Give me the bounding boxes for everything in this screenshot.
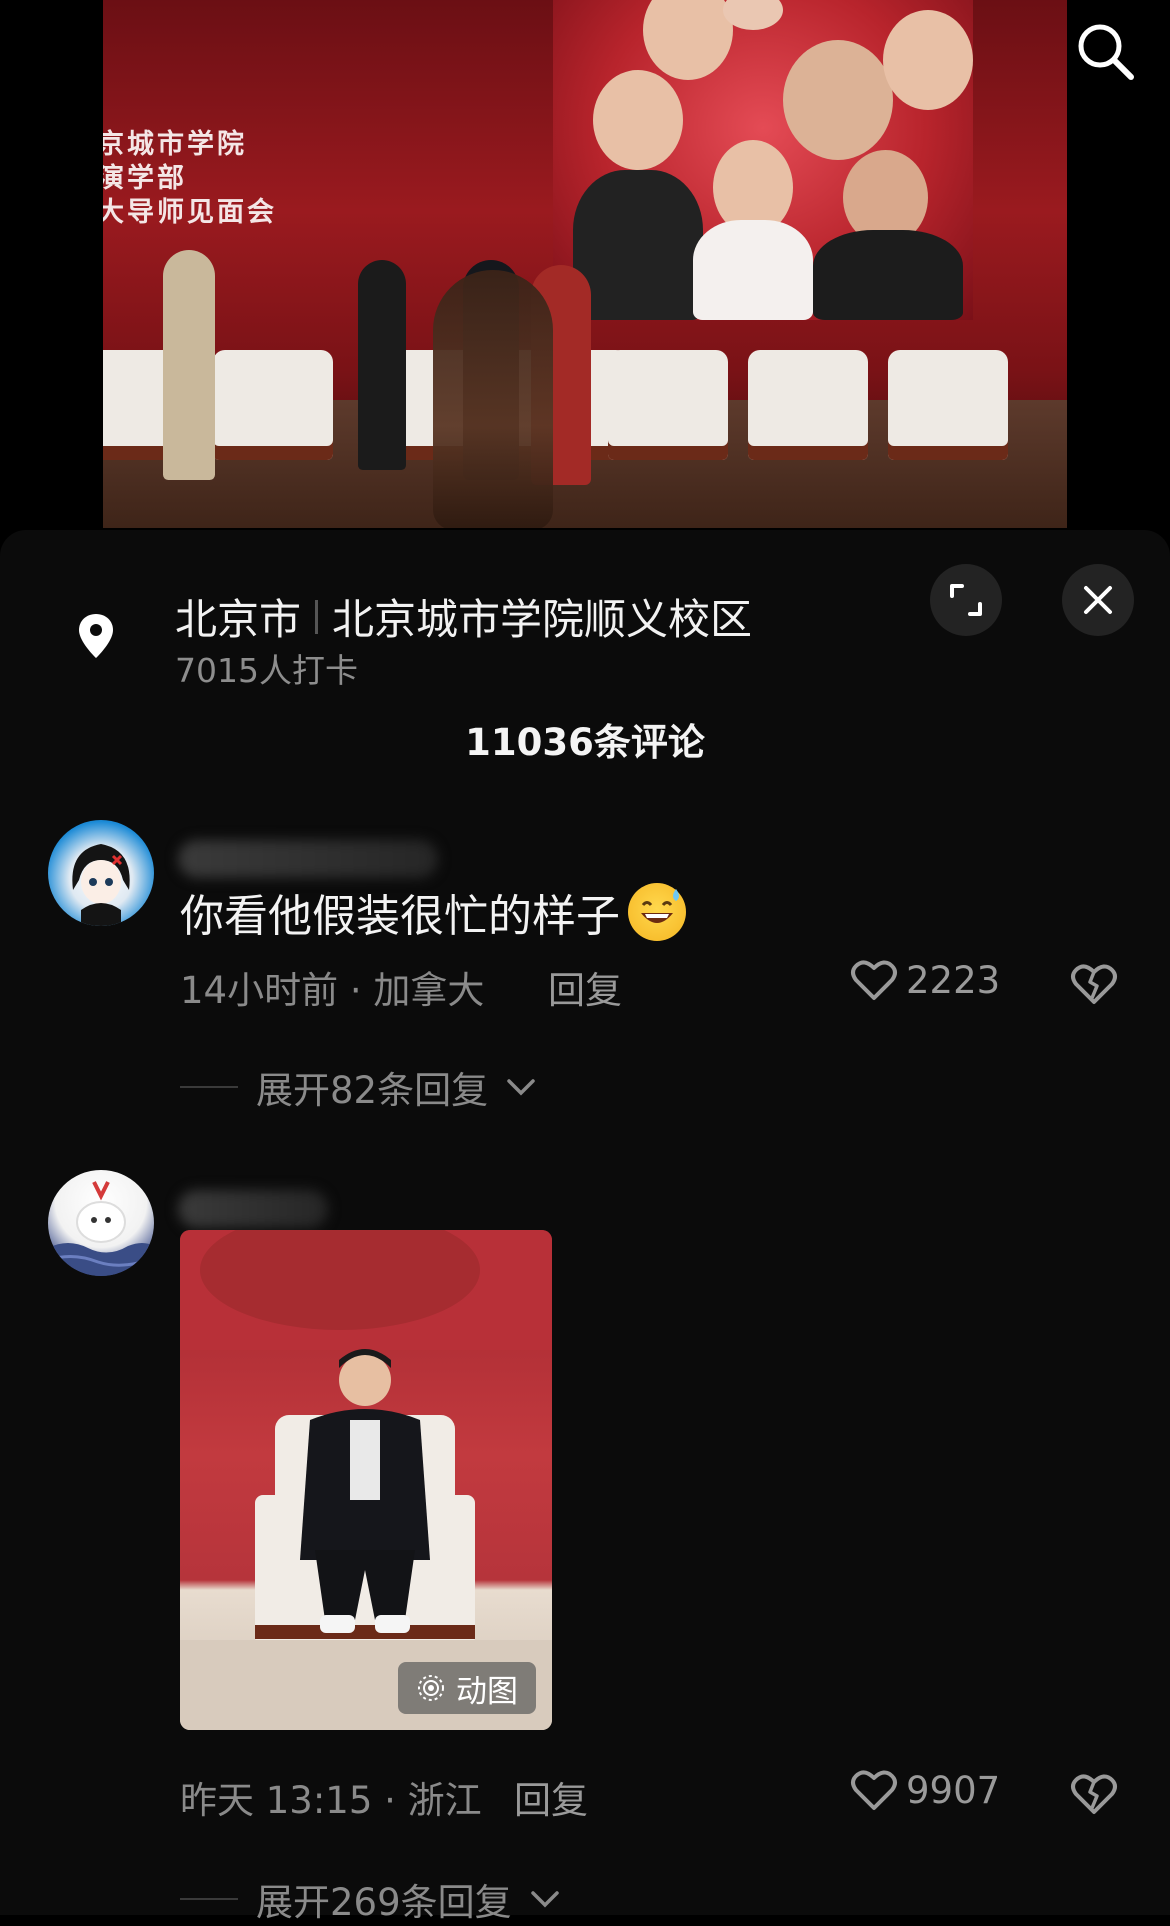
foreground-hand [433,270,553,528]
location-checkins: 7015人打卡 [175,651,358,690]
like-count: 2223 [906,958,1001,1002]
reply-button[interactable]: 回复 [514,1770,588,1824]
location-place: 北京城市学院顺义校区 [332,595,753,644]
avatar-image [48,1181,154,1276]
gif-photo [180,1230,552,1730]
comment-text: 你看他假装很忙的样子 [180,880,686,944]
expand-button[interactable] [930,564,1002,636]
username[interactable] [178,1190,328,1228]
like-button[interactable]: 9907 [850,1768,1000,1812]
expand-replies-label: 展开269条回复 [256,1881,512,1924]
dislike-icon[interactable] [1070,962,1118,1006]
expand-replies-button[interactable]: 展开82条回复 [180,1060,536,1114]
avatar[interactable] [48,1170,154,1276]
location-city: 北京市 [175,595,302,644]
comment-body: 你看他假装很忙的样子 [180,891,620,942]
gif-image[interactable]: 动图 [180,1230,552,1730]
expand-replies-button[interactable]: 展开269条回复 [180,1872,560,1926]
stage-screen [553,0,973,320]
gif-label: 动图 [456,1673,518,1710]
video-player[interactable]: 京城市学院 演学部 大导师见面会 [0,0,1170,530]
comment-meta: 昨天 13:15 · 浙江 [180,1779,482,1822]
comment-sheet: 北京市 北京城市学院顺义校区 7015人打卡 11036条评论 你看他假装很忙的… [0,530,1170,1924]
like-button[interactable]: 2223 [850,958,1000,1002]
gif-badge: 动图 [398,1662,536,1714]
location-divider [315,599,319,634]
avatar-image [72,844,130,926]
expand-icon [950,584,982,616]
expand-replies-label: 展开82条回复 [256,1069,489,1112]
heart-icon [851,1770,897,1810]
search-button[interactable] [1070,16,1140,86]
comment-count: 11036条评论 [465,721,705,764]
chevron-down-icon [507,1079,535,1096]
dislike-icon[interactable] [1070,1772,1118,1816]
video-frame: 京城市学院 演学部 大导师见面会 [103,0,1067,528]
close-button[interactable] [1062,564,1134,636]
close-icon [1084,586,1112,614]
like-count: 9907 [906,1768,1001,1812]
search-icon [1078,24,1134,80]
stage-banner-text: 京城市学院 演学部 大导师见面会 [103,129,277,228]
reply-button[interactable]: 回复 [548,960,622,1014]
chevron-down-icon [530,1891,559,1908]
comment-meta: 14小时前 · 加拿大 [180,969,485,1012]
avatar[interactable] [48,820,154,926]
heart-icon [851,960,897,1000]
live-photo-icon [418,1675,444,1701]
location-pin-icon [79,614,113,658]
expand-divider [180,1086,238,1088]
location-title: 北京市 北京城市学院顺义校区 [175,586,752,647]
sweat-smile-emoji-icon [628,883,686,941]
username[interactable] [178,840,438,878]
expand-divider [180,1898,238,1900]
